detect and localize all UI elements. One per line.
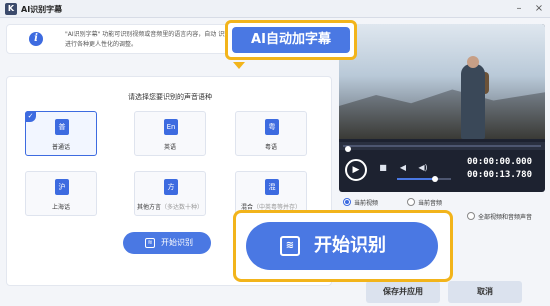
language-card-english[interactable]: En 英语 [134,111,206,156]
waveform-icon: ≋ [145,238,155,248]
video-preview: ▶ ■ ◀ ◀) 00:00:00.000 00:00:13.780 [339,24,545,192]
timeline[interactable] [339,142,545,152]
radio-dot [343,198,351,206]
preview-image [339,24,545,139]
language-label: 普通话 [51,144,70,151]
volume-slider[interactable] [397,176,451,182]
rewind-icon[interactable]: ◀ [397,162,409,174]
mixed-icon: 混 [265,179,279,195]
language-label: 英语 [163,144,176,151]
mountain-shape [339,89,545,139]
radio-label: 当前视频 [354,200,379,207]
window-title: AI识别字幕 [21,5,63,14]
volume-fill [397,178,435,180]
radio-dot [467,212,475,220]
radio-dot [407,198,415,206]
radio-label: 全部视频和音频声音 [478,214,533,221]
minimize-button[interactable]: – [510,1,528,17]
cancel-button[interactable]: 取消 [448,281,522,303]
mandarin-icon: 普 [55,119,69,135]
language-sublabel: （多达数十种） [161,204,204,211]
radio-label: 当前音频 [418,200,443,207]
timeline-track [343,145,541,152]
close-button[interactable]: × [530,1,548,17]
info-text: "AI识别字幕" 功能可识别视频或音频里的语言内容，自动 识别结果进行各种更人性… [65,31,243,48]
person-shape [461,64,485,139]
callout-arrow [233,62,245,69]
english-icon: En [164,119,178,135]
shanghainese-icon: 沪 [55,179,69,195]
dialect-icon: 方 [164,179,178,195]
cantonese-icon: 粤 [265,119,279,135]
language-prompt: 请选择您要识别的声音语种 [128,93,212,101]
language-card-dialect[interactable]: 方 其他方言（多达数十种） [134,171,206,216]
language-label: 粤语 [264,144,277,151]
play-button[interactable]: ▶ [345,159,367,181]
timeline-thumb[interactable] [345,146,351,152]
language-label: 上海话 [51,204,70,211]
volume-thumb[interactable] [431,176,438,182]
app-logo-icon: K [5,3,17,15]
footer-bar: 保存并应用 取消 [0,281,550,306]
start-recognition-label: 开始识别 [161,238,193,247]
person-head-shape [467,56,479,68]
language-card-shanghainese[interactable]: 沪 上海话 [25,171,97,216]
language-card-cantonese[interactable]: 粤 粤语 [235,111,307,156]
language-grid: ✓ 普 普通话 En 英语 粤 粤语 沪 上海话 方 其他方言（多达数十种） 混 [25,111,315,217]
total-time: 00:00:13.780 [467,170,533,180]
volume-icon[interactable]: ◀) [417,162,429,174]
start-recognition-button[interactable]: ≋ 开始识别 [123,232,211,254]
start-recognition-big-button[interactable]: ≋ 开始识别 [246,222,438,270]
ai-subtitle-label: AI自动加字幕 [232,27,350,53]
waveform-icon: ≋ [280,236,300,256]
language-card-mandarin[interactable]: ✓ 普 普通话 [25,111,97,156]
current-time: 00:00:00.000 [467,157,533,167]
ai-subtitle-callout: AI自动加字幕 [225,20,357,60]
start-callout: ≋ 开始识别 [233,210,453,282]
language-label: 其他方言（多达数十种） [136,204,204,211]
stop-icon[interactable]: ■ [377,162,389,174]
title-bar: K AI识别字幕 – × [0,0,550,18]
save-and-apply-button[interactable]: 保存并应用 [366,281,440,303]
check-icon: ✓ [25,111,36,122]
start-recognition-big-label: 开始识别 [314,235,386,256]
info-icon: i [29,32,43,46]
